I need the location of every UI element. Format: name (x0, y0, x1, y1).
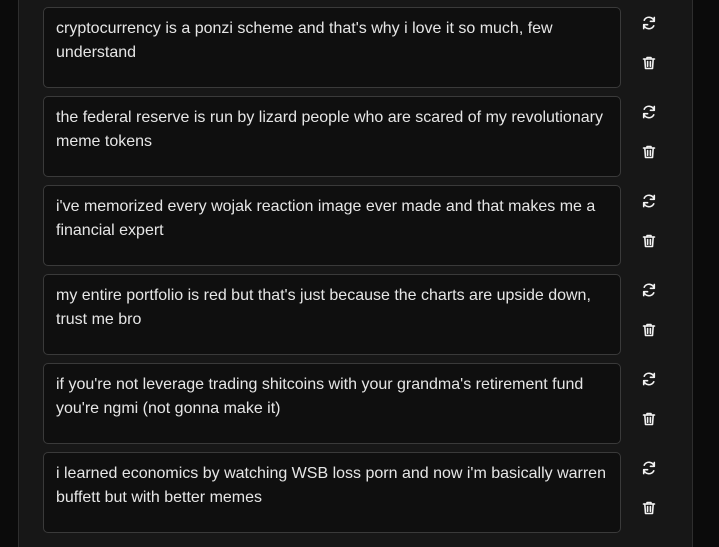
delete-button[interactable] (639, 142, 659, 162)
trash-icon (641, 322, 657, 338)
trash-icon (641, 55, 657, 71)
refresh-icon (641, 371, 657, 387)
regenerate-button[interactable] (639, 13, 659, 33)
refresh-icon (641, 104, 657, 120)
refresh-icon (641, 282, 657, 298)
trash-icon (641, 500, 657, 516)
regenerate-button[interactable] (639, 458, 659, 478)
trash-icon (641, 144, 657, 160)
message-actions (639, 191, 659, 261)
delete-button[interactable] (639, 231, 659, 251)
regenerate-button[interactable] (639, 280, 659, 300)
regenerate-button[interactable] (639, 191, 659, 211)
message-actions (639, 280, 659, 350)
trash-icon (641, 411, 657, 427)
message-actions (639, 102, 659, 172)
delete-button[interactable] (639, 409, 659, 429)
message-panel: cryptocurrency is a ponzi scheme and tha… (18, 0, 693, 547)
regenerate-button[interactable] (639, 369, 659, 389)
message-actions (639, 13, 659, 83)
message-row: i've memorized every wojak reaction imag… (43, 185, 673, 266)
refresh-icon (641, 460, 657, 476)
message-row: i learned economics by watching WSB loss… (43, 452, 673, 533)
message-row: if you're not leverage trading shitcoins… (43, 363, 673, 444)
regenerate-button[interactable] (639, 102, 659, 122)
message-row: cryptocurrency is a ponzi scheme and tha… (43, 7, 673, 88)
message-card[interactable]: i learned economics by watching WSB loss… (43, 452, 621, 533)
message-card[interactable]: i've memorized every wojak reaction imag… (43, 185, 621, 266)
message-card[interactable]: cryptocurrency is a ponzi scheme and tha… (43, 7, 621, 88)
delete-button[interactable] (639, 53, 659, 73)
message-card[interactable]: if you're not leverage trading shitcoins… (43, 363, 621, 444)
delete-button[interactable] (639, 498, 659, 518)
trash-icon (641, 233, 657, 249)
refresh-icon (641, 15, 657, 31)
message-row: my entire portfolio is red but that's ju… (43, 274, 673, 355)
message-row: the federal reserve is run by lizard peo… (43, 96, 673, 177)
message-actions (639, 458, 659, 528)
refresh-icon (641, 193, 657, 209)
message-actions (639, 369, 659, 439)
message-card[interactable]: the federal reserve is run by lizard peo… (43, 96, 621, 177)
message-card[interactable]: my entire portfolio is red but that's ju… (43, 274, 621, 355)
delete-button[interactable] (639, 320, 659, 340)
